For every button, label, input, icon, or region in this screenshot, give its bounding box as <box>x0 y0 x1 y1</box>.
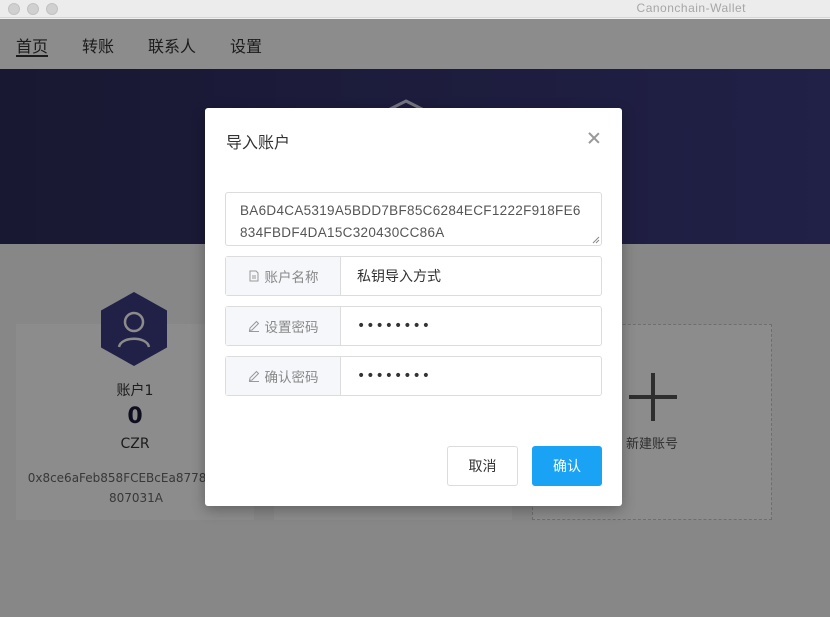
private-key-textarea[interactable]: BA6D4CA5319A5BDD7BF85C6284ECF1222F918FE6… <box>225 192 602 246</box>
account-name-label: 账户名称 <box>226 257 341 295</box>
window-titlebar: Canonchain-Wallet <box>0 0 830 18</box>
confirm-password-input[interactable] <box>342 357 601 395</box>
confirm-button[interactable]: 确认 <box>532 446 602 486</box>
cancel-button[interactable]: 取消 <box>447 446 518 486</box>
pencil-icon <box>248 370 259 382</box>
account-name-field: 账户名称 <box>225 256 602 296</box>
set-password-field: 设置密码 <box>225 306 602 346</box>
set-password-label: 设置密码 <box>226 307 341 345</box>
set-password-label-text: 设置密码 <box>264 320 319 336</box>
pencil-icon <box>248 320 259 332</box>
account-name-input[interactable] <box>342 257 601 295</box>
resize-grip-icon[interactable] <box>592 236 600 244</box>
document-icon <box>249 270 258 282</box>
close-icon[interactable] <box>585 129 603 147</box>
account-name-label-text: 账户名称 <box>264 270 319 286</box>
close-window-button[interactable] <box>8 3 20 15</box>
dialog-title: 导入账户 <box>226 133 291 152</box>
minimize-window-button[interactable] <box>27 3 39 15</box>
set-password-input[interactable] <box>342 307 601 345</box>
confirm-password-label: 确认密码 <box>226 357 341 395</box>
maximize-window-button[interactable] <box>46 3 58 15</box>
import-account-dialog: 导入账户 BA6D4CA5319A5BDD7BF85C6284ECF1222F9… <box>205 108 622 506</box>
confirm-password-field: 确认密码 <box>225 356 602 396</box>
confirm-password-label-text: 确认密码 <box>264 370 319 386</box>
window-title: Canonchain-Wallet <box>636 1 746 15</box>
